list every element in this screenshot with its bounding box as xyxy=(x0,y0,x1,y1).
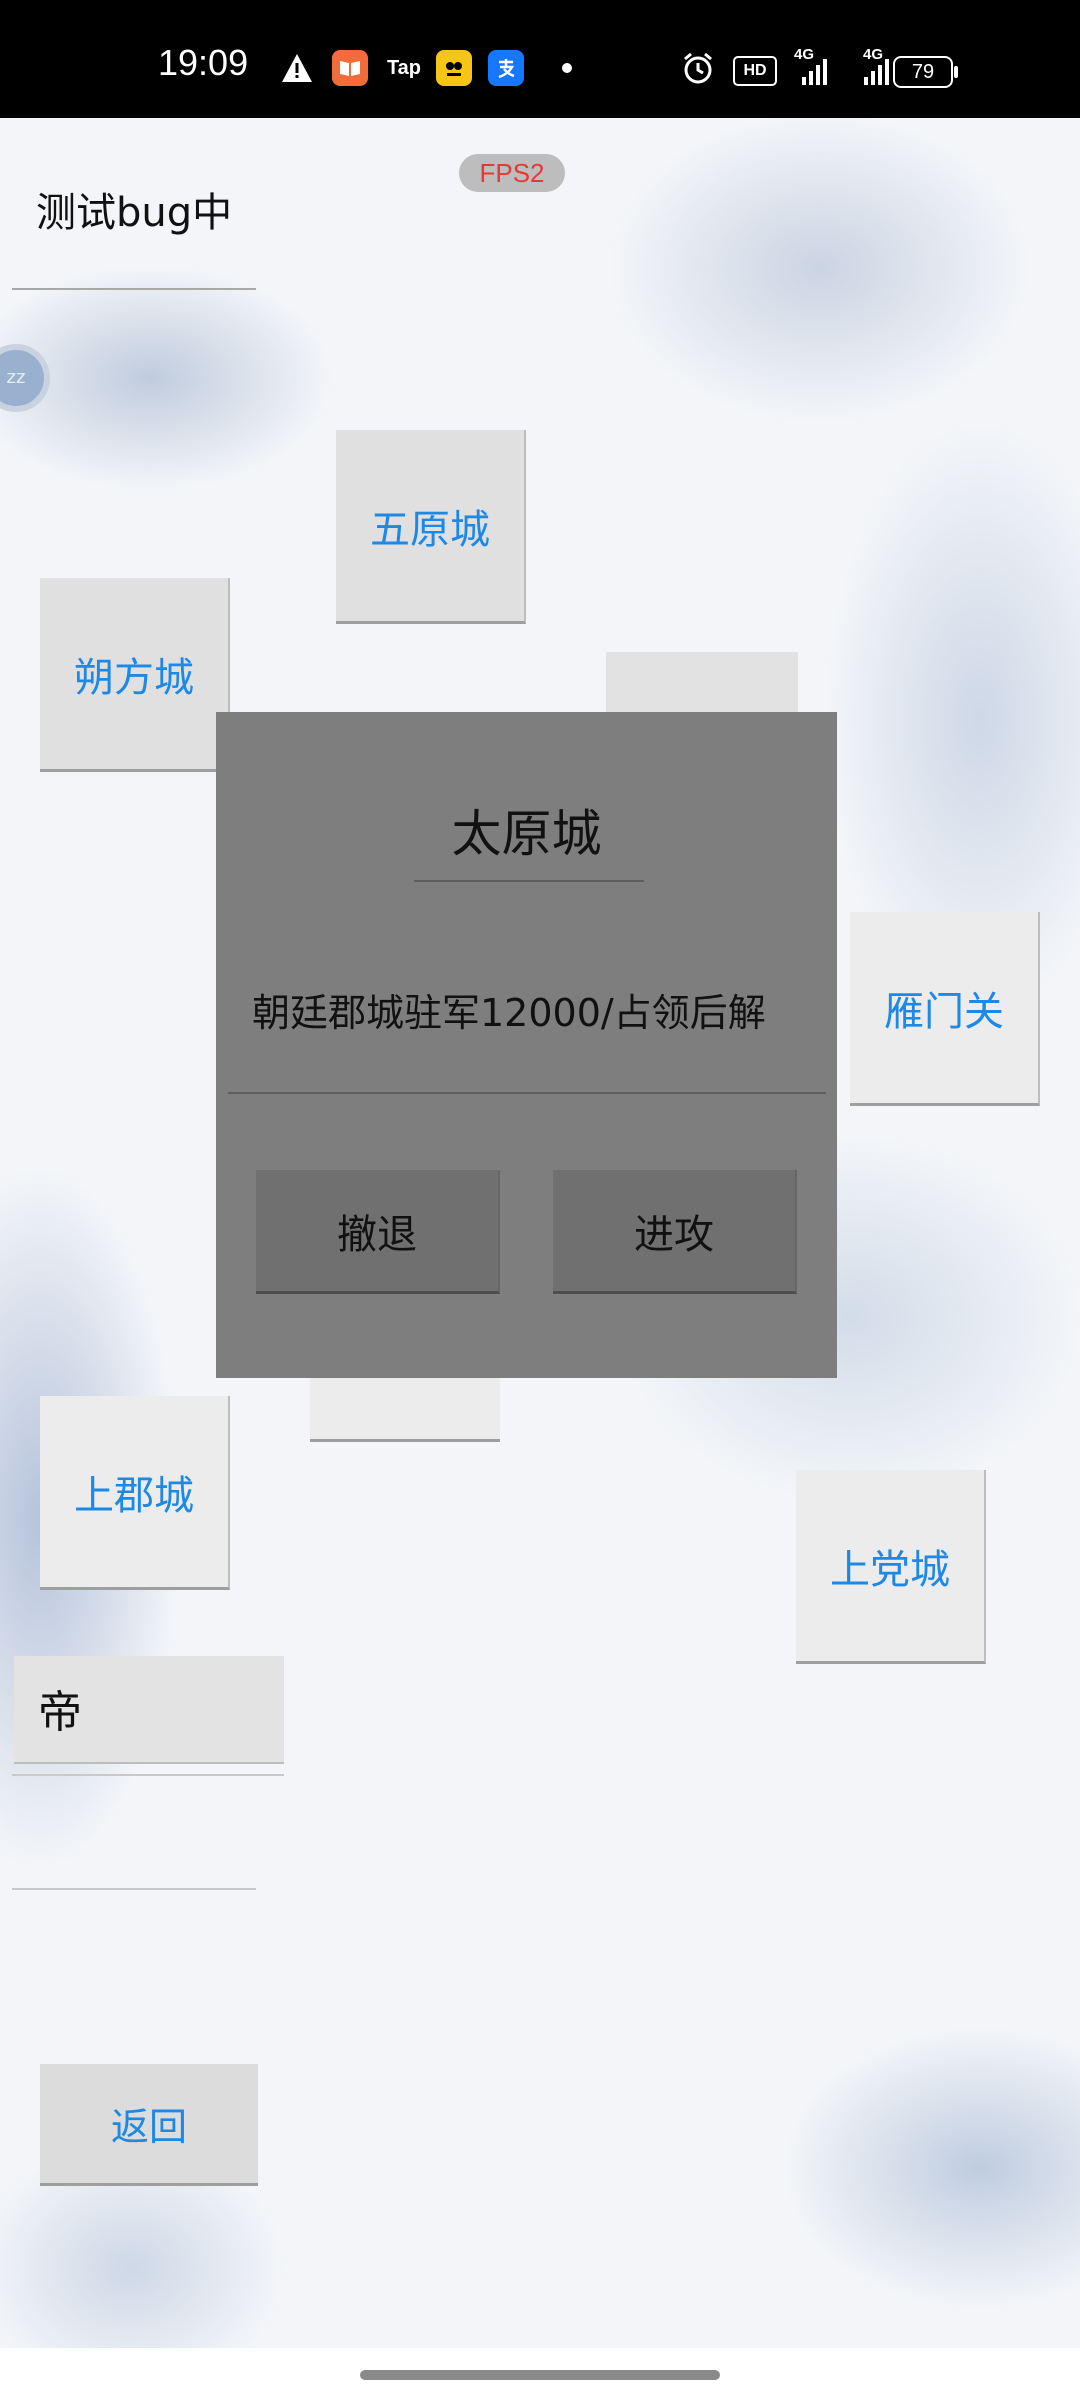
game-app-icon xyxy=(436,50,472,86)
debug-text-field[interactable]: 测试bug中 xyxy=(36,180,232,238)
emperor-field-text: 帝 xyxy=(38,1687,82,1738)
dialog-message: 朝廷郡城驻军12000/占领后解 xyxy=(252,991,766,1035)
hd-icon: HD xyxy=(733,56,777,86)
city-button-shangdang[interactable]: 上党城 xyxy=(796,1470,986,1664)
status-bar: 19:09 Tap HD 4G 4G 79 xyxy=(0,0,1080,118)
books-app-icon xyxy=(332,50,368,86)
signal-icon-1 xyxy=(800,54,830,90)
debug-field-underline xyxy=(12,288,256,290)
warning-icon xyxy=(280,50,314,86)
city-button-yanmen[interactable]: 雁门关 xyxy=(850,912,1040,1106)
emperor-field-underline xyxy=(12,1774,284,1776)
battery-icon: 79 xyxy=(893,56,958,88)
dialog-title-underline xyxy=(414,880,644,882)
city-button-hidden-bottom[interactable] xyxy=(310,1370,500,1442)
signal-icon-2 xyxy=(862,54,892,90)
alarm-icon xyxy=(680,50,716,86)
retreat-button[interactable]: 撤退 xyxy=(256,1170,500,1294)
alipay-icon xyxy=(488,50,524,86)
city-button-shangjun[interactable]: 上郡城 xyxy=(40,1396,230,1590)
city-button-shuofang[interactable]: 朔方城 xyxy=(40,578,230,772)
dialog-title: 太原城 xyxy=(451,805,602,863)
home-indicator[interactable] xyxy=(360,2370,720,2380)
empty-field-underline[interactable] xyxy=(12,1888,256,1890)
attack-button[interactable]: 进攻 xyxy=(553,1170,797,1294)
taptap-icon: Tap xyxy=(386,56,422,79)
emperor-field[interactable]: 帝 xyxy=(14,1656,284,1764)
city-button-wuyuan[interactable]: 五原城 xyxy=(336,430,526,624)
status-time: 19:09 xyxy=(158,42,249,83)
dot-icon xyxy=(560,50,574,86)
back-button[interactable]: 返回 xyxy=(40,2064,258,2186)
city-dialog: 太原城 朝廷郡城驻军12000/占领后解 撤退 进攻 xyxy=(216,712,837,1378)
fps-badge: FPS2 xyxy=(459,154,565,192)
dialog-message-underline xyxy=(228,1092,826,1094)
